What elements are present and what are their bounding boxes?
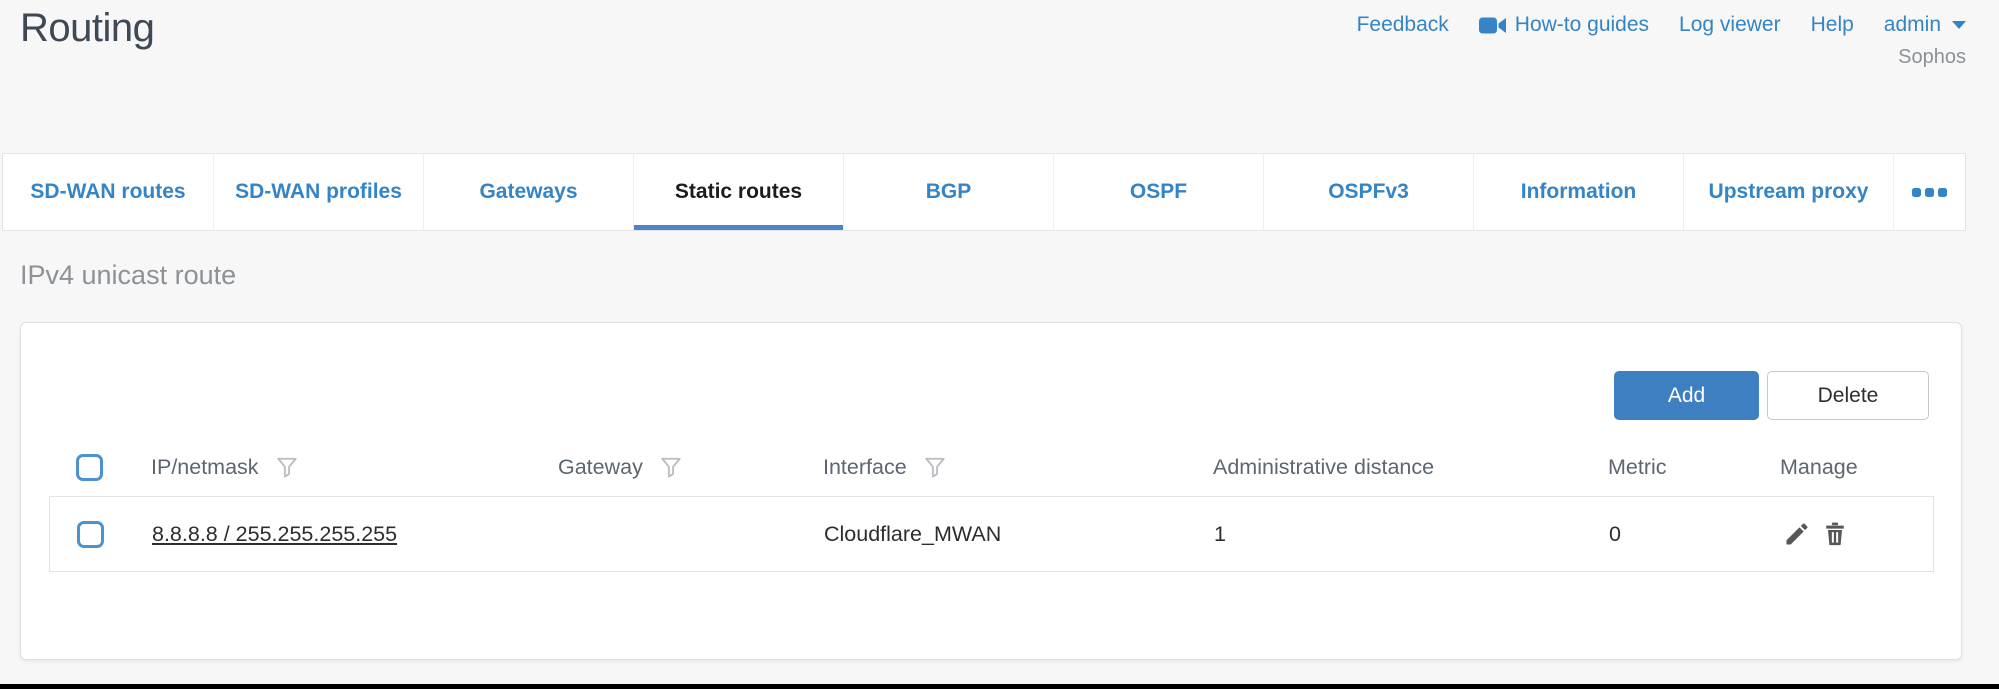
active-tab-underline: [634, 225, 843, 230]
routing-page: Routing Feedback How-to guides Log viewe…: [0, 0, 1999, 689]
delete-row-button[interactable]: [1821, 520, 1849, 548]
select-all-checkbox[interactable]: [76, 454, 103, 481]
more-tabs-button[interactable]: [1893, 154, 1965, 230]
pencil-icon: [1783, 520, 1811, 548]
table-header: IP/netmask Gateway Interface Administrat…: [21, 441, 1961, 493]
tab-label: Static routes: [675, 180, 802, 204]
log-viewer-link[interactable]: Log viewer: [1679, 13, 1781, 37]
help-label: Help: [1811, 13, 1854, 37]
routes-panel: Add Delete IP/netmask Gateway Interface …: [20, 322, 1962, 660]
column-header-gateway: Gateway: [558, 455, 643, 480]
tab-label: OSPF: [1130, 180, 1187, 204]
route-ip-netmask-link[interactable]: 8.8.8.8 / 255.255.255.255: [152, 522, 397, 547]
route-metric-value: 0: [1609, 522, 1621, 547]
admin-menu-label: admin: [1884, 13, 1941, 37]
column-header-administrative-distance: Administrative distance: [1213, 455, 1434, 480]
feedback-link[interactable]: Feedback: [1357, 13, 1449, 37]
route-administrative-distance-value: 1: [1214, 522, 1226, 547]
admin-menu[interactable]: admin: [1884, 13, 1966, 37]
help-link[interactable]: Help: [1811, 13, 1854, 37]
column-header-interface: Interface: [823, 455, 907, 480]
tab-ospf[interactable]: OSPF: [1053, 154, 1263, 230]
tab-label: Information: [1521, 180, 1637, 204]
route-interface-value: Cloudflare_MWAN: [824, 522, 1001, 547]
filter-icon[interactable]: [657, 453, 685, 482]
table-row: 8.8.8.8 / 255.255.255.255 Cloudflare_MWA…: [49, 496, 1934, 572]
filter-icon[interactable]: [273, 453, 301, 482]
tab-upstream-proxy[interactable]: Upstream proxy: [1683, 154, 1893, 230]
utility-nav: Feedback How-to guides Log viewer Help a…: [1357, 13, 1966, 37]
tab-static-routes[interactable]: Static routes: [633, 154, 843, 230]
toolbar: Add Delete: [1614, 371, 1929, 420]
tab-sdwan-profiles[interactable]: SD-WAN profiles: [213, 154, 423, 230]
row-checkbox[interactable]: [77, 521, 104, 548]
feedback-link-label: Feedback: [1357, 13, 1449, 37]
section-title: IPv4 unicast route: [20, 260, 236, 291]
log-viewer-label: Log viewer: [1679, 13, 1781, 37]
video-camera-icon: [1479, 16, 1506, 35]
howto-guides-label: How-to guides: [1515, 13, 1649, 37]
column-header-ip-netmask: IP/netmask: [151, 455, 259, 480]
tab-ospfv3[interactable]: OSPFv3: [1263, 154, 1473, 230]
bottom-edge-strip: [0, 684, 1999, 689]
trash-icon: [1821, 520, 1849, 548]
ellipsis-icon: [1912, 188, 1947, 197]
tab-label: Upstream proxy: [1709, 180, 1869, 204]
delete-button[interactable]: Delete: [1767, 371, 1929, 420]
filter-icon[interactable]: [921, 453, 949, 482]
tab-label: BGP: [926, 180, 972, 204]
edit-button[interactable]: [1783, 520, 1811, 548]
tab-bar: SD-WAN routes SD-WAN profiles Gateways S…: [2, 153, 1966, 231]
tab-label: OSPFv3: [1328, 180, 1409, 204]
tab-label: SD-WAN profiles: [235, 180, 402, 204]
tab-label: Gateways: [479, 180, 577, 204]
howto-guides-link[interactable]: How-to guides: [1479, 13, 1649, 37]
column-header-metric: Metric: [1608, 455, 1667, 480]
tab-gateways[interactable]: Gateways: [423, 154, 633, 230]
chevron-down-icon: [1952, 21, 1966, 29]
tab-bgp[interactable]: BGP: [843, 154, 1053, 230]
brand-label: Sophos: [1898, 46, 1966, 69]
tab-information[interactable]: Information: [1473, 154, 1683, 230]
add-button[interactable]: Add: [1614, 371, 1759, 420]
column-header-manage: Manage: [1780, 455, 1858, 480]
page-title: Routing: [20, 6, 154, 51]
tab-sdwan-routes[interactable]: SD-WAN routes: [3, 154, 213, 230]
tab-label: SD-WAN routes: [30, 180, 185, 204]
